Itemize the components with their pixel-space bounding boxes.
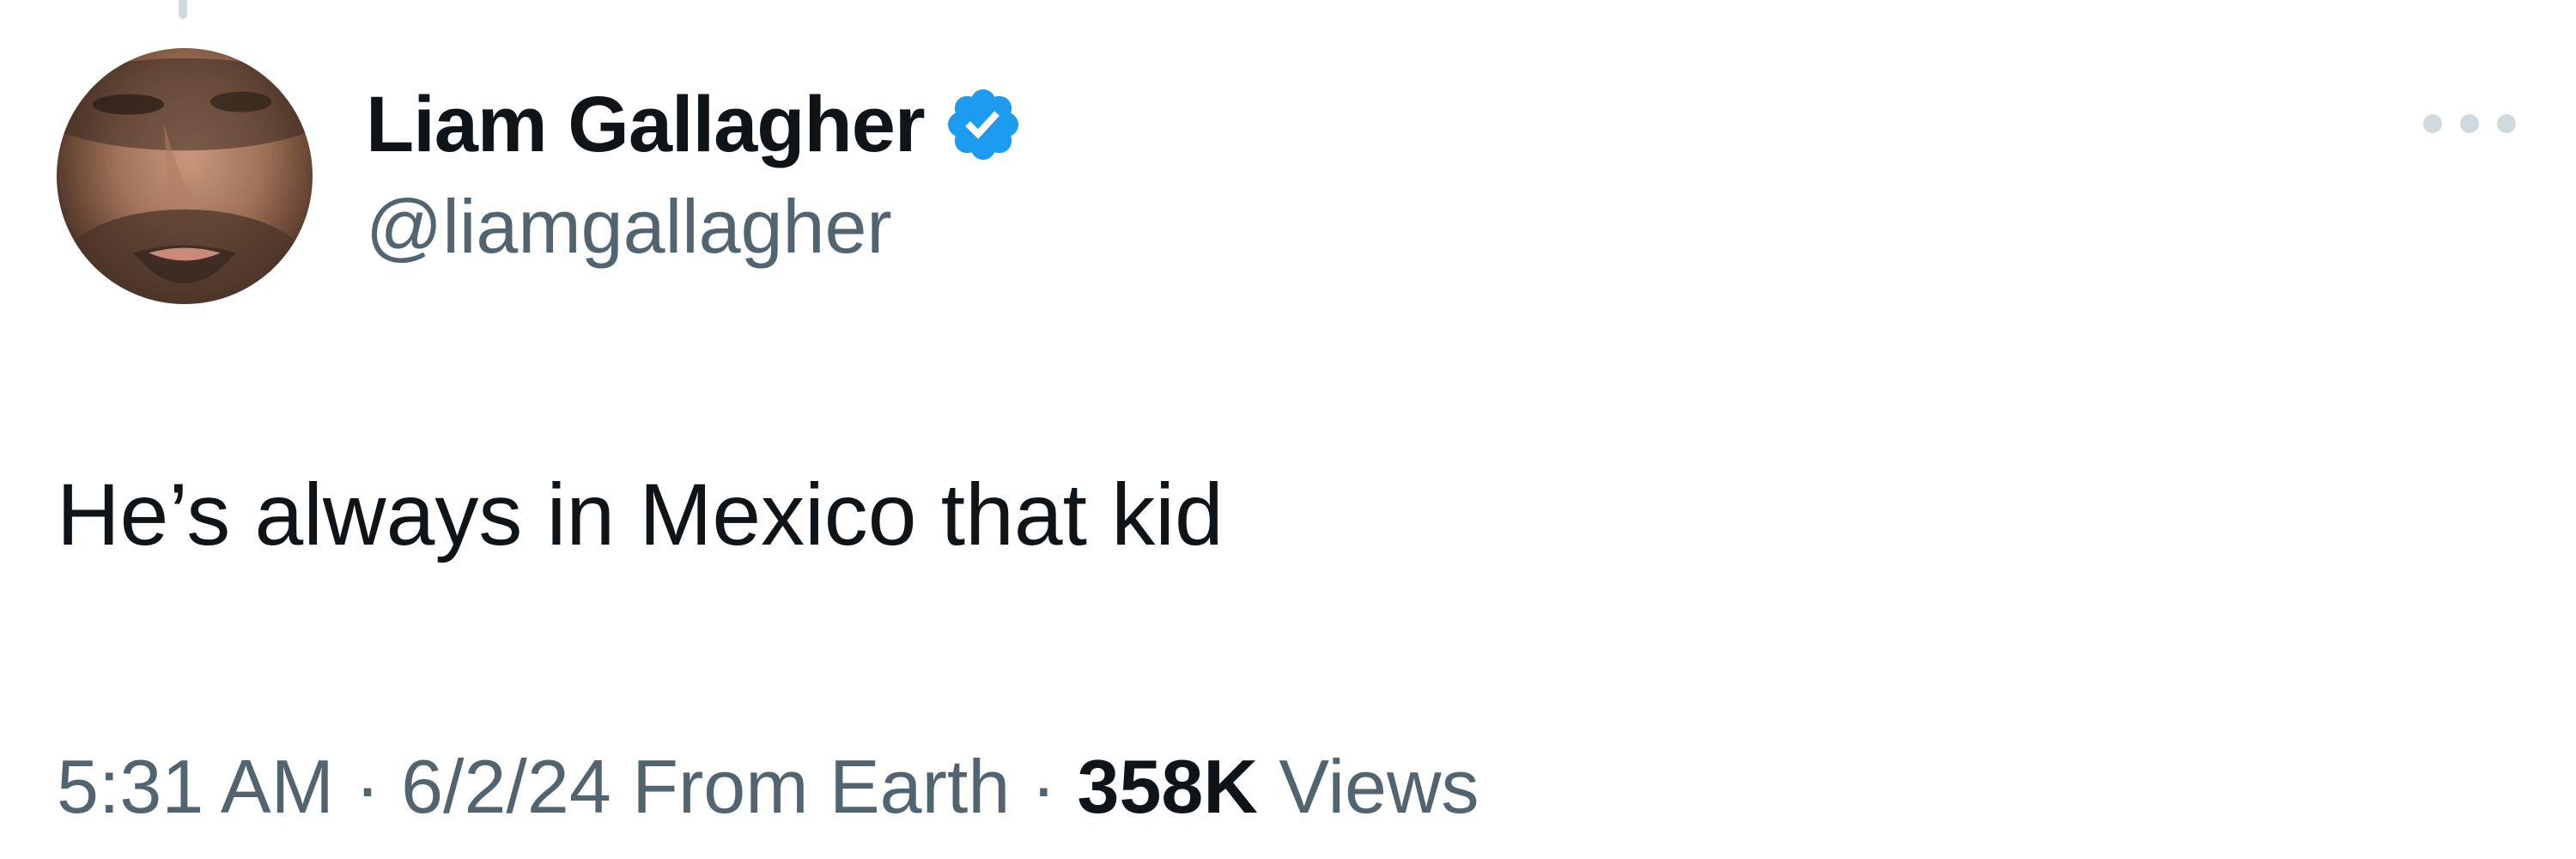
dot [2460, 114, 2479, 133]
tweet-meta: 5:31 AM · 6/2/24 From Earth · 358K Views [57, 744, 1479, 829]
meta-separator: · [355, 744, 380, 829]
more-options-icon[interactable] [2423, 112, 2516, 136]
name-row: Liam Gallagher [366, 69, 1024, 180]
verified-badge-icon [942, 83, 1024, 166]
tweet-time[interactable]: 5:31 AM [57, 744, 334, 829]
user-handle[interactable]: @liamgallagher [366, 189, 1024, 265]
display-name[interactable]: Liam Gallagher [366, 85, 926, 164]
dot [2423, 114, 2442, 133]
meta-separator: · [1030, 744, 1057, 829]
tweet-text: He’s always in Mexico that kid [57, 466, 1224, 564]
thread-connector-line [179, 0, 187, 19]
tweet-header: Liam Gallagher @liamgallagher [366, 69, 1024, 265]
views-label: Views [1279, 744, 1479, 829]
dot [2497, 114, 2516, 133]
avatar[interactable] [57, 48, 313, 304]
tweet-source: From Earth [632, 744, 1011, 829]
views-count: 358K [1077, 744, 1258, 829]
tweet-date[interactable]: 6/2/24 [401, 744, 611, 829]
